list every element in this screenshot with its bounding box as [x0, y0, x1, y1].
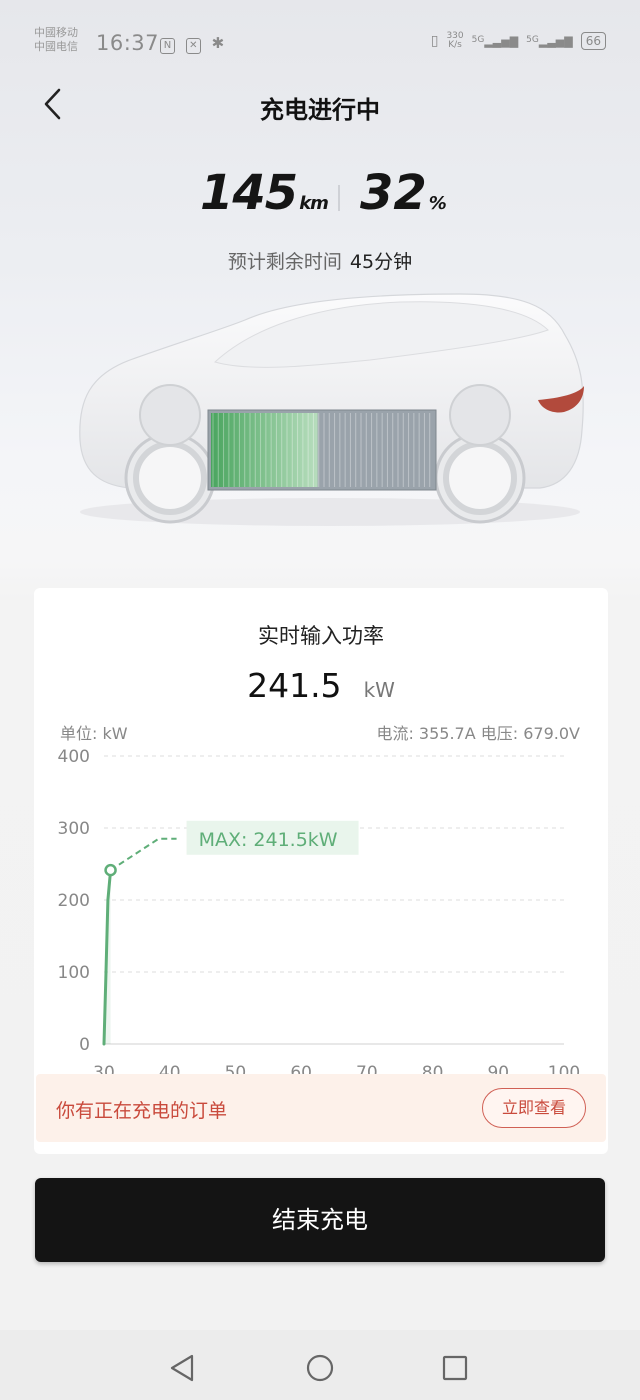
battery-charge-fill: [211, 413, 318, 487]
signal-2-label: 5G: [526, 34, 539, 45]
power-unit: kW: [363, 678, 395, 702]
power-chart: 4003002001000 30 40 50 60 70 80 90 100 MAX: 241…: [58, 747, 581, 1078]
y-tick-label: 400: [58, 747, 90, 767]
range-unit: km: [299, 193, 329, 214]
charging-order-notice: 你有正在充电的订单 立即查看: [36, 1074, 606, 1142]
signal-1: 5G▂▃▅▇: [472, 35, 519, 48]
bluetooth-icon: ✱: [211, 34, 225, 52]
signal-1-label: 5G: [471, 34, 485, 45]
carrier-2: 中國电信: [34, 40, 78, 53]
nav-recents-button[interactable]: [437, 1350, 473, 1386]
battery-pack: [207, 409, 437, 491]
power-card: 实时输入功率 241.5 kW 单位: kW 电流: 355.7A 电压: 679…: [34, 588, 608, 1154]
soc-value: 32: [360, 165, 427, 221]
net-speed: 330 K/s: [446, 32, 463, 50]
power-card-title: 实时输入功率: [258, 624, 384, 648]
y-tick-label: 100: [58, 963, 90, 983]
page-title: 充电进行中: [260, 96, 380, 124]
view-now-button[interactable]: 立即查看: [482, 1088, 586, 1128]
net-speed-unit: K/s: [448, 40, 462, 50]
y-tick-label: 200: [58, 891, 90, 911]
power-readout: 241.5 kW: [34, 666, 608, 705]
chart-annotation: MAX: 241.5kW: [104, 820, 359, 877]
circle-home-icon: [306, 1354, 334, 1382]
signal-bars-icon: ▂▃▅▇: [538, 34, 573, 48]
status-bar: 中國移动 中國电信 16:37 N ✕ ✱ ▯ 330 K/s 5G▂▃▅▇ 5…: [0, 0, 640, 80]
notification-icon: ✕: [185, 38, 201, 54]
soc-unit: %: [428, 193, 447, 214]
notice-text: 你有正在充电的订单: [56, 1100, 228, 1122]
nav-home-button[interactable]: [302, 1350, 338, 1386]
chart-grid: [104, 755, 564, 1045]
charge-metrics: 145 km 32%: [0, 165, 640, 225]
nfc-icon: N: [160, 38, 175, 54]
eta-label: 预计剩余时间: [227, 251, 342, 273]
triangle-back-icon: [170, 1354, 194, 1382]
system-nav-bar: [0, 1330, 640, 1400]
y-tick-labels: 400 300 200 100 0: [58, 747, 90, 1055]
end-charging-button[interactable]: 结束充电: [35, 1178, 605, 1262]
nav-back-button[interactable]: [164, 1350, 200, 1386]
max-leader-line: [110, 837, 177, 871]
y-tick-label: 0: [79, 1035, 90, 1055]
square-recents-icon: [442, 1355, 468, 1381]
clock: 16:37: [96, 31, 160, 55]
power-value: 241.5: [247, 666, 342, 705]
metrics-divider: [338, 185, 340, 211]
battery-indicator: 66: [580, 32, 606, 50]
range-readout: 145 km: [200, 165, 329, 221]
carrier-1: 中國移动: [34, 26, 78, 39]
y-tick-label: 300: [58, 819, 90, 839]
vibrate-icon: ▯: [430, 33, 439, 49]
eta-row: 预计剩余时间 45分钟: [0, 247, 640, 274]
header: 充电进行中: [0, 82, 640, 126]
eta-value: 45分钟: [349, 251, 413, 273]
soc-readout: 32%: [360, 165, 447, 221]
max-point-marker: [104, 863, 117, 877]
status-icons-right: ▯ 330 K/s 5G▂▃▅▇ 5G▂▃▅▇ 66: [431, 32, 606, 50]
max-label: MAX: 241.5kW: [199, 829, 338, 851]
chart-series: [102, 868, 113, 1046]
range-value: 145: [200, 165, 298, 221]
signal-2: 5G▂▃▅▇: [526, 35, 573, 48]
carrier-labels: 中國移动 中國电信: [34, 26, 78, 54]
car-illustration: [79, 293, 584, 526]
status-icons-left: N ✕ ✱: [160, 34, 224, 54]
signal-bars-icon: ▂▃▅▇: [484, 34, 519, 48]
